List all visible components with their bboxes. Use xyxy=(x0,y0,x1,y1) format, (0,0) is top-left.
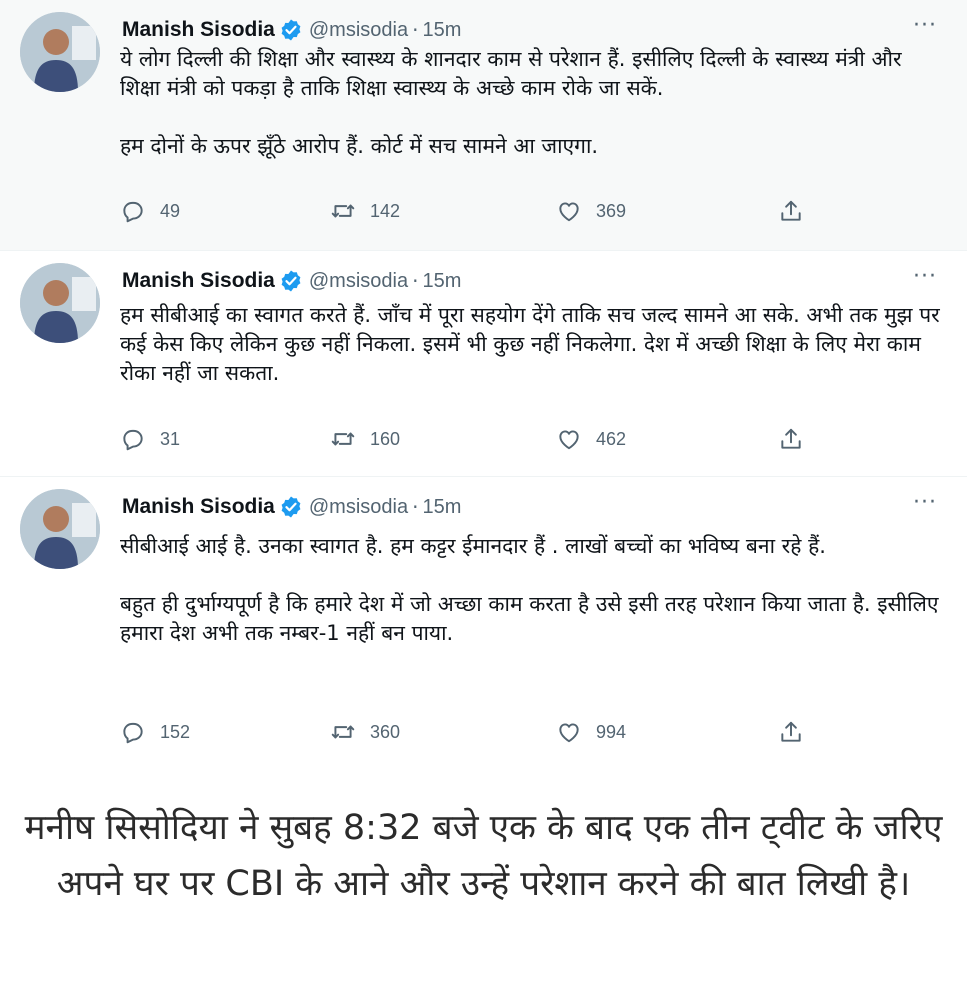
retweet-icon xyxy=(331,725,355,739)
separator-dot: · xyxy=(412,269,419,293)
author-name[interactable]: Manish Sisodia xyxy=(122,269,275,293)
share-icon xyxy=(781,428,801,449)
share-button[interactable] xyxy=(778,198,804,224)
share-icon xyxy=(781,200,801,221)
tweet-actions: 49 142 369 xyxy=(120,198,820,232)
separator-dot: · xyxy=(412,18,419,42)
tweet-time[interactable]: 15m xyxy=(422,19,461,42)
tweet-paragraph: बहुत ही दुर्भाग्यपूर्ण है कि हमारे देश म… xyxy=(120,592,939,645)
reply-icon xyxy=(123,201,143,223)
reply-count: 49 xyxy=(160,200,181,221)
author-handle[interactable]: @msisodia xyxy=(309,496,408,519)
like-button[interactable]: 994 xyxy=(556,719,626,745)
tweet-text: सीबीआई आई है. उनका स्वागत है. हम कट्टर ई… xyxy=(120,532,940,648)
more-icon[interactable]: ··· xyxy=(913,492,937,514)
author-name[interactable]: Manish Sisodia xyxy=(122,18,275,42)
tweet-header: Manish Sisodia @msisodia · 15m xyxy=(122,265,461,297)
reply-count: 31 xyxy=(160,428,181,449)
like-count: 369 xyxy=(596,200,627,221)
retweet-button[interactable]: 360 xyxy=(330,719,400,745)
share-button[interactable] xyxy=(778,719,804,745)
tweet-paragraph: सीबीआई आई है. उनका स्वागत है. हम कट्टर ई… xyxy=(120,534,826,558)
verified-badge-icon xyxy=(281,19,301,41)
tweet-2[interactable]: Manish Sisodia @msisodia · 15m ··· हम सी… xyxy=(0,250,967,476)
reply-count: 152 xyxy=(160,721,191,742)
tweet-header: Manish Sisodia @msisodia · 15m xyxy=(122,14,461,46)
tweet-text: ये लोग दिल्ली की शिक्षा और स्वास्थ्य के … xyxy=(120,45,940,161)
reply-button[interactable]: 152 xyxy=(120,719,190,745)
retweet-icon xyxy=(331,432,355,446)
avatar[interactable] xyxy=(20,489,100,569)
more-icon[interactable]: ··· xyxy=(913,266,937,288)
tweet-text: हम सीबीआई का स्वागत करते हैं. जाँच में प… xyxy=(120,301,940,388)
retweet-count: 160 xyxy=(370,428,401,449)
author-handle[interactable]: @msisodia xyxy=(309,270,408,293)
image-caption: मनीष सिसोदिया ने सुबह 8:32 बजे एक के बाद… xyxy=(24,808,943,904)
like-icon xyxy=(559,430,579,450)
reply-button[interactable]: 49 xyxy=(120,198,180,224)
retweet-count: 360 xyxy=(370,721,401,742)
like-button[interactable]: 462 xyxy=(556,426,626,452)
tweet-paragraph: ये लोग दिल्ली की शिक्षा और स्वास्थ्य के … xyxy=(120,47,902,100)
verified-badge-icon xyxy=(281,270,301,292)
tweet-time[interactable]: 15m xyxy=(422,270,461,293)
tweet-paragraph: हम दोनों के ऊपर झूँठे आरोप हैं. कोर्ट मे… xyxy=(120,134,599,158)
tweet-time[interactable]: 15m xyxy=(422,496,461,519)
tweet-1[interactable]: Manish Sisodia @msisodia · 15m ··· ये लो… xyxy=(0,0,967,250)
retweet-button[interactable]: 160 xyxy=(330,426,400,452)
tweet-screenshot: Manish Sisodia @msisodia · 15m ··· ये लो… xyxy=(0,0,967,773)
share-button[interactable] xyxy=(778,426,804,452)
separator-dot: · xyxy=(412,495,419,519)
author-name[interactable]: Manish Sisodia xyxy=(122,495,275,519)
share-icon xyxy=(781,721,801,742)
retweet-count: 142 xyxy=(370,200,401,221)
verified-badge-icon xyxy=(281,496,301,518)
avatar[interactable] xyxy=(20,12,100,92)
retweet-icon xyxy=(331,204,355,218)
reply-button[interactable]: 31 xyxy=(120,426,180,452)
retweet-button[interactable]: 142 xyxy=(330,198,400,224)
reply-icon xyxy=(123,429,143,451)
tweet-header: Manish Sisodia @msisodia · 15m xyxy=(122,491,461,523)
author-handle[interactable]: @msisodia xyxy=(309,19,408,42)
tweet-actions: 152 360 994 xyxy=(120,719,820,753)
like-button[interactable]: 369 xyxy=(556,198,626,224)
like-icon xyxy=(559,723,579,743)
tweet-actions: 31 160 462 xyxy=(120,426,820,460)
like-count: 462 xyxy=(596,428,627,449)
reply-icon xyxy=(123,722,143,744)
tweet-paragraph: हम सीबीआई का स्वागत करते हैं. जाँच में प… xyxy=(120,303,940,385)
avatar[interactable] xyxy=(20,263,100,343)
more-icon[interactable]: ··· xyxy=(913,15,937,37)
tweet-3[interactable]: Manish Sisodia @msisodia · 15m ··· सीबीआ… xyxy=(0,476,967,773)
like-icon xyxy=(559,202,579,222)
like-count: 994 xyxy=(596,721,627,742)
